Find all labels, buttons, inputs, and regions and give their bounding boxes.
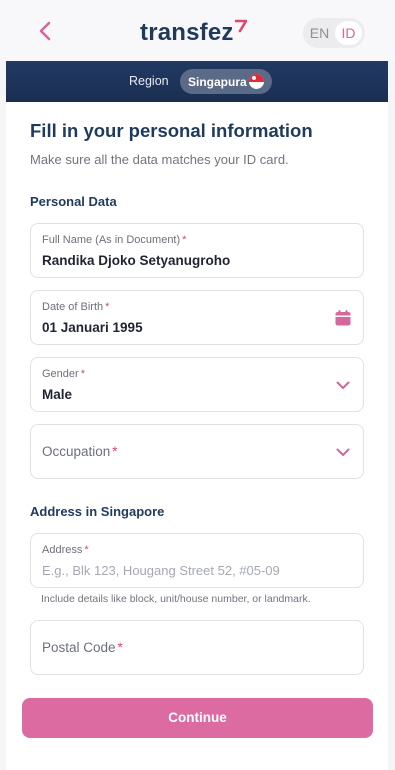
language-option-id[interactable]: ID: [335, 21, 362, 45]
page-title: Fill in your personal information: [30, 120, 313, 141]
required-mark: *: [117, 640, 123, 655]
section-address: Address in Singapore: [30, 504, 165, 519]
required-mark: *: [84, 544, 89, 556]
form-card: Fill in your personal information Make s…: [6, 102, 388, 770]
full-name-label: Full Name (As in Document): [42, 234, 181, 246]
language-option-en[interactable]: EN: [306, 21, 333, 45]
brand-logo: transfez: [140, 19, 247, 47]
address-placeholder: E.g., Blk 123, Hougang Street 52, #05-09: [42, 563, 280, 578]
app-header: transfez EN ID: [0, 0, 395, 61]
region-name: Singapura: [188, 75, 247, 89]
region-label: Region: [129, 74, 169, 88]
back-arrow-icon[interactable]: [34, 19, 58, 43]
brand-name: transfez: [140, 19, 234, 46]
gender-value: Male: [42, 387, 73, 402]
language-switch: EN ID: [303, 18, 365, 48]
continue-button[interactable]: Continue: [22, 698, 373, 738]
address-hint: Include details like block, unit/house n…: [41, 593, 311, 605]
singapore-flag-icon: [249, 74, 264, 89]
dob-value: 01 Januari 1995: [42, 320, 143, 335]
region-bar: Region Singapura: [6, 61, 388, 102]
page-subtitle: Make sure all the data matches your ID c…: [30, 152, 289, 167]
dob-label: Date of Birth: [42, 301, 104, 313]
date-of-birth-field[interactable]: Date of Birth * 01 Januari 1995: [30, 290, 364, 345]
gender-select[interactable]: Gender * Male: [30, 357, 364, 412]
brand-mark-icon: [234, 19, 247, 33]
postal-code-label: Postal Code: [42, 640, 116, 655]
section-personal-data: Personal Data: [30, 194, 117, 209]
address-input[interactable]: Address * E.g., Blk 123, Hougang Street 5…: [30, 533, 364, 588]
chevron-down-icon[interactable]: [333, 442, 353, 462]
gender-label: Gender: [42, 368, 79, 380]
address-label: Address: [42, 544, 83, 556]
calendar-icon[interactable]: [333, 308, 353, 328]
full-name-field[interactable]: Full Name (As in Document) * Randika Djok…: [30, 223, 364, 278]
required-mark: *: [182, 234, 187, 246]
required-mark: *: [105, 301, 110, 313]
region-chip[interactable]: Singapura: [180, 69, 272, 94]
postal-code-input[interactable]: Postal Code *: [30, 620, 364, 675]
chevron-down-icon[interactable]: [333, 375, 353, 395]
occupation-label: Occupation: [42, 444, 111, 459]
full-name-value: Randika Djoko Setyanugroho: [42, 253, 231, 268]
occupation-select[interactable]: Occupation *: [30, 424, 364, 479]
required-mark: *: [112, 444, 118, 459]
required-mark: *: [80, 368, 85, 380]
